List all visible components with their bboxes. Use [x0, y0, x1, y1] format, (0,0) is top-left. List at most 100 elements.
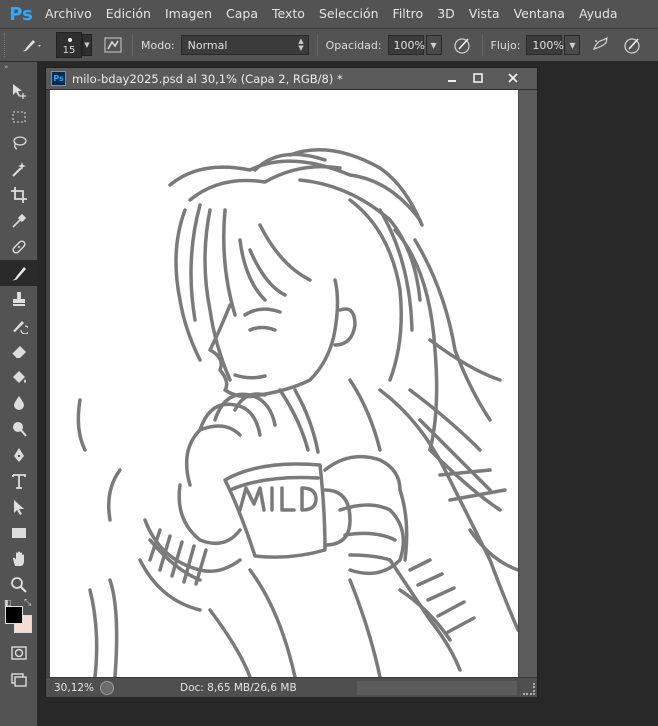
brush-icon: [12, 267, 26, 281]
eraser-tool[interactable]: [0, 338, 38, 364]
opacity-input[interactable]: 100%: [387, 35, 425, 55]
close-button[interactable]: [491, 69, 535, 87]
eyedropper-icon: [12, 213, 27, 228]
menu-ayuda[interactable]: Ayuda: [572, 0, 625, 28]
tablet-opacity-pressure-button[interactable]: [452, 34, 474, 56]
hand-tool[interactable]: [0, 546, 38, 572]
brush-preset-icon: [22, 40, 41, 52]
move-tool[interactable]: [0, 78, 38, 104]
menu-vista[interactable]: Vista: [462, 0, 507, 28]
maximize-button[interactable]: [465, 69, 491, 87]
zoom-tool[interactable]: [0, 572, 38, 598]
options-bar-grip[interactable]: [4, 33, 12, 57]
healing-icon: [12, 240, 26, 254]
airbrush-button[interactable]: [590, 34, 612, 56]
lasso-tool[interactable]: [0, 130, 38, 156]
document-info: Doc: 8,65 MB/26,6 MB: [180, 681, 297, 694]
menu-bar: Ps Archivo Edición Imagen Capa Texto Sel…: [0, 0, 658, 28]
brush-size-preview[interactable]: 15: [56, 32, 82, 58]
tools-collapse-toggle[interactable]: »: [0, 62, 37, 72]
brush-tool[interactable]: [0, 260, 38, 286]
brush-picker-dropdown[interactable]: ▼: [82, 34, 92, 56]
menu-3d[interactable]: 3D: [430, 0, 462, 28]
resize-grip[interactable]: [523, 683, 535, 695]
vertical-scrollbar[interactable]: [519, 90, 537, 677]
dodge-tool[interactable]: [0, 416, 38, 442]
path-select-icon: [14, 500, 24, 515]
magic-wand-icon: [12, 162, 26, 177]
flow-slider-dropdown[interactable]: ▼: [564, 35, 581, 55]
menu-archivo[interactable]: Archivo: [38, 0, 99, 28]
horizontal-scrollbar[interactable]: [357, 681, 517, 695]
menu-edicion[interactable]: Edición: [99, 0, 158, 28]
blur-icon: [14, 396, 24, 410]
opacity-label: Opacidad:: [325, 38, 382, 52]
info-icon[interactable]: [100, 680, 114, 695]
type-tool[interactable]: [0, 468, 38, 494]
brush-size-value: 15: [62, 45, 76, 56]
close-icon: [508, 73, 518, 83]
document-canvas[interactable]: [50, 90, 518, 677]
menu-texto[interactable]: Texto: [265, 0, 312, 28]
screen-mode-button[interactable]: [0, 666, 38, 692]
mode-select[interactable]: Normal ▲ ▼: [180, 35, 309, 55]
pen-icon: [14, 448, 24, 462]
foreground-color-swatch[interactable]: [5, 606, 23, 624]
color-swatches: ◧ ⤡: [0, 598, 37, 640]
history-brush-tool[interactable]: [0, 312, 38, 338]
brush-panel-icon: [104, 37, 122, 53]
document-title: milo-bday2025.psd al 30,1% (Capa 2, RGB/…: [72, 71, 343, 86]
window-controls: [439, 69, 535, 87]
paint-bucket-tool[interactable]: [0, 364, 38, 390]
menu-filtro[interactable]: Filtro: [386, 0, 431, 28]
tablet-size-pressure-button[interactable]: [622, 34, 644, 56]
tool-preset-picker[interactable]: [12, 32, 50, 58]
separator: [132, 34, 133, 56]
crop-icon: [11, 187, 27, 203]
pressure-icon: [453, 38, 470, 54]
dodge-icon: [13, 422, 27, 437]
flow-input[interactable]: 100%: [526, 35, 564, 55]
maximize-icon: [473, 73, 483, 83]
ps-document-icon: Ps: [51, 71, 66, 86]
paint-bucket-icon: [13, 371, 26, 383]
blur-tool[interactable]: [0, 390, 38, 416]
eyedropper-tool[interactable]: [0, 208, 38, 234]
menu-imagen[interactable]: Imagen: [158, 0, 219, 28]
flow-label: Flujo:: [490, 38, 521, 52]
tools-panel: » ◧ ⤡: [0, 62, 38, 726]
canvas-area: [46, 90, 537, 677]
menu-ventana[interactable]: Ventana: [507, 0, 572, 28]
document-title-bar[interactable]: Ps milo-bday2025.psd al 30,1% (Capa 2, R…: [46, 68, 537, 90]
separator: [481, 34, 483, 56]
swap-colors-icon[interactable]: ⤡: [24, 598, 31, 608]
menu-capa[interactable]: Capa: [219, 0, 265, 28]
path-selection-tool[interactable]: [0, 494, 38, 520]
zoom-level[interactable]: 30,12%: [46, 682, 96, 694]
zoom-icon: [11, 577, 27, 593]
options-bar: 15 ▼ Modo: Normal ▲ ▼ Opacidad: 100% ▼ Fl…: [0, 28, 658, 62]
opacity-slider-dropdown[interactable]: ▼: [425, 35, 442, 55]
clone-stamp-tool[interactable]: [0, 286, 38, 312]
pen-tool[interactable]: [0, 442, 38, 468]
stamp-icon: [13, 292, 25, 306]
hand-icon: [13, 551, 24, 566]
healing-brush-tool[interactable]: [0, 234, 38, 260]
rectangle-tool[interactable]: [0, 520, 38, 546]
airbrush-icon: [593, 36, 609, 50]
menu-seleccion[interactable]: Selección: [312, 0, 386, 28]
move-icon: [13, 84, 26, 99]
rectangle-icon: [12, 528, 26, 538]
separator: [316, 34, 318, 56]
select-arrows-icon: ▲ ▼: [298, 37, 304, 52]
crop-tool[interactable]: [0, 182, 38, 208]
mode-label: Modo:: [141, 38, 175, 52]
marquee-tool[interactable]: [0, 104, 38, 130]
mode-value: Normal: [187, 38, 228, 52]
brush-panel-toggle[interactable]: [102, 34, 124, 56]
quick-mask-button[interactable]: [0, 640, 38, 666]
minimize-button[interactable]: [439, 69, 465, 87]
magic-wand-tool[interactable]: [0, 156, 38, 182]
marquee-icon: [12, 111, 26, 123]
pressure-size-icon: [624, 38, 641, 54]
